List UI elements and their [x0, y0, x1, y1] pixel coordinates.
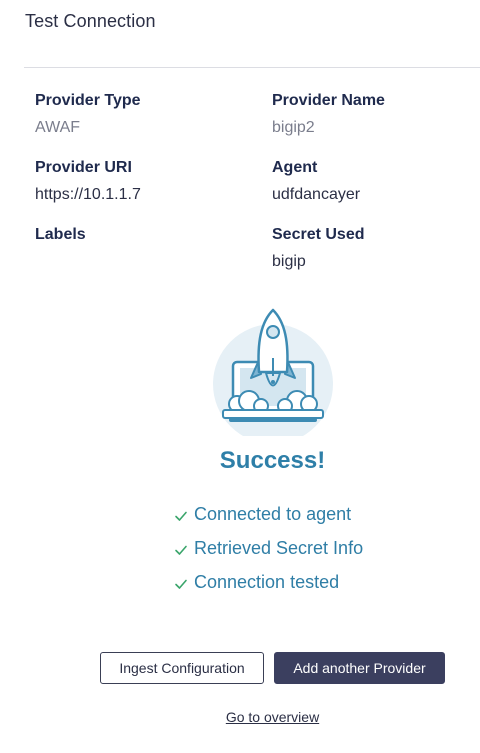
provider-name-value: bigip2 — [272, 119, 315, 136]
provider-type-field: Provider Type AWAF — [35, 91, 141, 138]
header-divider — [24, 67, 480, 68]
labels-label: Labels — [35, 226, 86, 243]
check-item-text: Retrieved Secret Info — [194, 537, 364, 558]
agent-field: Agent udfdancayer — [272, 158, 360, 205]
check-item: Retrieved Secret Info — [174, 531, 363, 565]
checkmark-icon — [174, 575, 188, 589]
agent-value: udfdancayer — [272, 186, 361, 203]
go-to-overview-link[interactable]: Go to overview — [0, 709, 480, 725]
success-heading: Success! — [219, 447, 326, 474]
labels-field: Labels — [35, 225, 86, 252]
check-item-text: Connection tested — [194, 571, 340, 592]
secret-used-label: Secret Used — [272, 226, 365, 243]
checkmark-icon — [174, 507, 188, 521]
provider-uri-label: Provider URI — [35, 159, 132, 176]
rocket-launch-laptop-icon — [211, 306, 335, 444]
provider-type-label: Provider Type — [35, 92, 141, 109]
add-another-provider-button[interactable]: Add another Provider — [274, 652, 445, 684]
check-item: Connected to agent — [174, 497, 363, 531]
check-item-text: Connected to agent — [194, 503, 352, 524]
provider-name-field: Provider Name bigip2 — [272, 91, 385, 138]
provider-type-value: AWAF — [35, 119, 81, 136]
agent-label: Agent — [272, 159, 318, 176]
provider-name-label: Provider Name — [272, 92, 385, 109]
secret-used-field: Secret Used bigip — [272, 225, 365, 272]
page-title: Test Connection — [25, 11, 156, 31]
checkmark-icon — [174, 541, 188, 555]
check-list: Connected to agent Retrieved Secret Info… — [174, 497, 363, 599]
secret-used-value: bigip — [272, 253, 306, 270]
provider-uri-value: https://10.1.1.7 — [35, 186, 141, 203]
ingest-configuration-button[interactable]: Ingest Configuration — [100, 652, 264, 684]
check-item: Connection tested — [174, 565, 363, 599]
provider-uri-field: Provider URI https://10.1.1.7 — [35, 158, 141, 205]
